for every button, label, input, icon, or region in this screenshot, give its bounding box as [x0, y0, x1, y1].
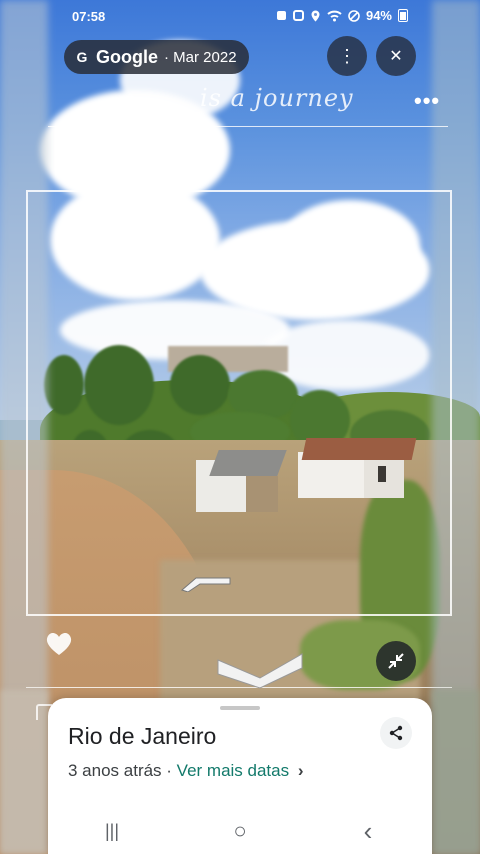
system-nav-bar: ||| ○ ‹ [48, 808, 432, 854]
imagery-age: 3 anos atrás [68, 761, 162, 780]
overlay-frame [26, 190, 452, 616]
dnd-icon [348, 9, 360, 22]
notification-icon [276, 11, 286, 20]
more-vert-icon: ⋮ [338, 45, 356, 66]
battery-level: 94% [365, 8, 392, 23]
exit-fullscreen-button[interactable] [376, 641, 416, 681]
overlay-more-icon: ••• [414, 88, 441, 113]
battery-icon [398, 9, 408, 22]
imagery-date: · Mar 2022 [164, 48, 237, 66]
navigate-arrow-icon[interactable] [180, 576, 232, 592]
chevron-right-icon: › [297, 761, 304, 780]
heart-icon [46, 633, 72, 655]
share-icon [389, 725, 403, 741]
home-button[interactable]: ○ [220, 818, 260, 844]
recents-button[interactable]: ||| [92, 821, 132, 842]
see-more-dates-link[interactable]: Ver mais datas [177, 761, 289, 780]
google-logo-icon: G [76, 49, 88, 65]
imagery-age-row: 3 anos atrás · Ver mais datas › [68, 761, 304, 781]
provider-name: Google [96, 46, 158, 67]
close-button[interactable]: ✕ [376, 36, 416, 76]
overlay-caption: is a journey [200, 84, 354, 112]
notification-icon [292, 10, 304, 21]
status-icons: 94% [276, 8, 408, 23]
place-title: Rio de Janeiro [68, 723, 217, 749]
wifi-icon [327, 10, 342, 21]
status-bar: 07:58 94% [0, 0, 480, 32]
separator: · [161, 761, 177, 780]
navigate-forward-chevron-icon[interactable] [216, 652, 304, 690]
close-icon: ✕ [389, 48, 403, 65]
right-blur-panel [432, 690, 480, 854]
status-time: 07:58 [72, 9, 106, 24]
imagery-date-pill[interactable]: G Google · Mar 2022 [64, 40, 249, 74]
back-button[interactable]: ‹ [348, 816, 388, 847]
drag-handle[interactable] [220, 706, 260, 710]
location-icon [311, 10, 320, 21]
overlay-divider [48, 126, 448, 127]
collapse-icon [388, 653, 404, 669]
more-options-button[interactable]: ⋮ [327, 36, 367, 76]
share-button[interactable] [380, 717, 412, 749]
